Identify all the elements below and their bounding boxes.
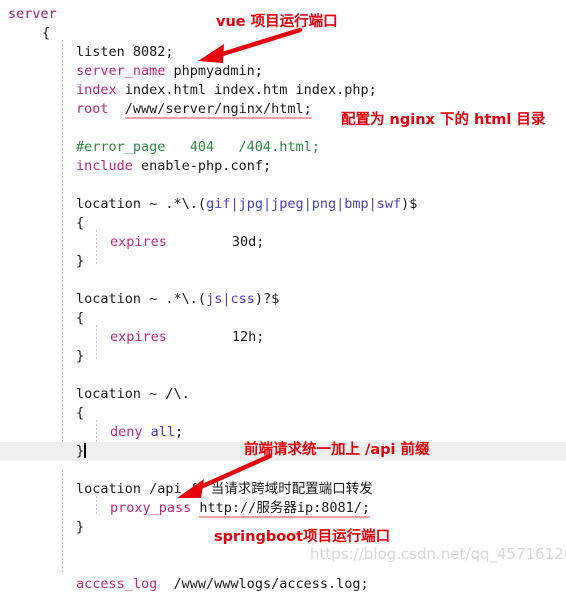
- token-brace-open: {: [76, 405, 85, 421]
- code-line-open-brace: {: [0, 309, 566, 328]
- token-index-key: index: [76, 82, 117, 98]
- token-location-key: location: [76, 481, 142, 497]
- code-line-open-brace: {: [0, 214, 566, 233]
- watermark: https://blog.csdn.net/qq_45716120: [310, 545, 566, 563]
- token-include-value: enable-php.conf;: [132, 158, 272, 174]
- token-img-regex-prefix: ~ .*\.(: [141, 196, 207, 212]
- token-access-log-value: /www/wwwlogs/access.log;: [157, 576, 369, 592]
- token-brace-open: {: [76, 310, 85, 326]
- token-location-key: location: [76, 386, 142, 402]
- annotation-springboot-port: springboot项目运行端口: [214, 529, 391, 545]
- code-line-open-brace: {: [0, 404, 566, 423]
- annotation-nginx-html-dir: 配置为 nginx 下的 html 目录: [341, 112, 546, 128]
- token-server: server: [8, 6, 57, 22]
- token-expires-30d-value: 30d;: [166, 234, 265, 250]
- code-line-close-brace: }: [0, 347, 566, 366]
- token-listen: listen 8082;: [76, 44, 174, 60]
- code-line-location-images: location ~ .*\.(gif|jpg|jpeg|png|bmp|swf…: [0, 195, 566, 214]
- token-brace-open: {: [76, 215, 85, 231]
- token-css-regex-prefix: ~ .*\.(: [141, 291, 207, 307]
- token-root-spacer: [109, 101, 125, 117]
- code-line-close-brace: }: [0, 252, 566, 271]
- token-server-name-key: server_name: [76, 63, 166, 79]
- token-root-key: root: [76, 101, 109, 117]
- token-dot-location-suffix: ~ /\.: [141, 386, 190, 402]
- token-root-value: /www/server/nginx/html;: [124, 101, 312, 119]
- code-line-include: include enable-php.conf;: [0, 157, 566, 176]
- token-error-page-comment: #error_page 404 /404.html;: [76, 139, 320, 155]
- token-img-regex-suffix: )$: [401, 196, 418, 212]
- arrow-to-listen-port: [198, 27, 303, 63]
- token-brace-close: }: [76, 253, 85, 269]
- code-line-expires-12h: expires 12h;: [0, 328, 566, 347]
- token-location-key: location: [76, 196, 142, 212]
- text-cursor: [84, 443, 86, 458]
- code-line-index: index index.html index.htm index.php;: [0, 81, 566, 100]
- token-brace-close: }: [76, 348, 85, 364]
- token-deny-key: deny: [110, 424, 143, 440]
- code-line-access-log: access_log /www/wwwlogs/access.log;: [0, 575, 566, 594]
- token-img-regex-body: gif|jpg|jpeg|png|bmp|swf: [206, 196, 402, 212]
- code-line-error-page-comment: #error_page 404 /404.html;: [0, 138, 566, 157]
- token-expires-key: expires: [110, 329, 167, 345]
- token-access-log-key: access_log: [76, 576, 158, 592]
- token-brace-close: }: [76, 519, 85, 535]
- code-line-location-dotfiles: location ~ /\.: [0, 385, 566, 404]
- token-include-key: include: [76, 158, 133, 174]
- code-line-location-static: location ~ .*\.(js|css)?$: [0, 290, 566, 309]
- token-location-key: location: [76, 291, 142, 307]
- arrow-to-api-location: [177, 453, 273, 498]
- token-css-regex-suffix: )?$: [254, 291, 280, 307]
- token-css-regex-body: js|css: [206, 291, 255, 307]
- token-deny-value: all: [150, 424, 176, 440]
- code-editor[interactable]: server { listen 8082; server_name phpmya…: [0, 0, 566, 592]
- token-expires-key: expires: [110, 234, 167, 250]
- token-index-value: index.html index.htm index.php;: [116, 82, 377, 98]
- token-semicolon: ;: [175, 424, 184, 440]
- token-brace-close: }: [76, 443, 85, 459]
- code-line-expires-30d: expires 30d;: [0, 233, 566, 252]
- token-brace-open: {: [42, 25, 51, 41]
- token-expires-12h-value: 12h;: [166, 329, 265, 345]
